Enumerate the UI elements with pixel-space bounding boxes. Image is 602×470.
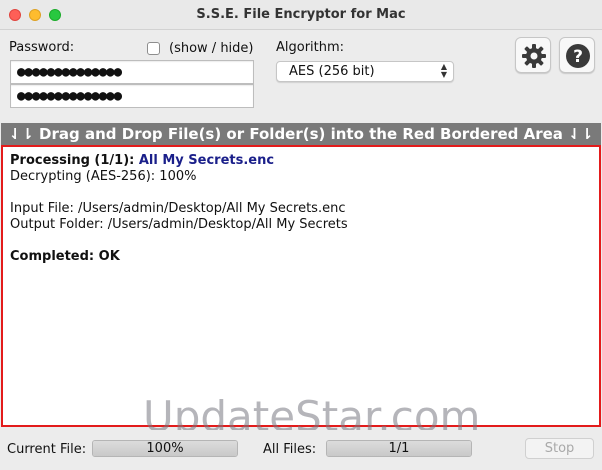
algorithm-selected-value: AES (256 bit) [289, 64, 375, 79]
confirm-password-field[interactable]: ●●●●●●●●●●●●●● [10, 84, 254, 108]
svg-text:?: ? [573, 47, 583, 67]
all-files-label: All Files: [263, 442, 317, 457]
show-password-checkbox[interactable] [147, 42, 160, 55]
question-icon: ? [566, 44, 590, 68]
all-files-progress-text: 1/1 [388, 441, 410, 456]
title-bar: S.S.E. File Encryptor for Mac [0, 0, 602, 30]
drag-drop-banner: ⇃⇂ Drag and Drop File(s) or Folder(s) in… [1, 123, 601, 145]
output-folder-line: Output Folder: /Users/admin/Desktop/All … [10, 217, 348, 232]
window-title: S.S.E. File Encryptor for Mac [196, 7, 406, 22]
current-file-label: Current File: [7, 442, 87, 457]
completed-line: Completed: OK [10, 249, 120, 264]
current-file-progress-bar: 100% [92, 440, 238, 457]
processing-file-name: All My Secrets.enc [138, 153, 275, 168]
input-file-line: Input File: /Users/admin/Desktop/All My … [10, 201, 346, 216]
processing-line: Processing (1/1): All My Secrets.enc [10, 153, 592, 169]
app-window: S.S.E. File Encryptor for Mac Password: … [0, 0, 602, 470]
all-files-progress-bar: 1/1 [326, 440, 472, 457]
password-field[interactable]: ●●●●●●●●●●●●●● [10, 60, 254, 84]
password-label: Password: [9, 40, 75, 55]
processing-label: Processing (1/1): [10, 153, 139, 168]
show-hide-label[interactable]: (show / hide) [169, 41, 254, 56]
help-button[interactable]: ? [559, 37, 595, 73]
settings-button[interactable] [515, 37, 551, 73]
stop-button[interactable]: Stop [525, 438, 594, 459]
algorithm-select[interactable]: AES (256 bit) ▲ ▼ [276, 61, 454, 82]
decrypting-line: Decrypting (AES-256): 100% [10, 169, 197, 184]
updown-chevron-icon: ▲ ▼ [440, 62, 447, 79]
drop-area[interactable]: Processing (1/1): All My Secrets.enc Dec… [1, 145, 601, 427]
algorithm-label: Algorithm: [276, 40, 345, 55]
current-file-progress-text: 100% [146, 441, 184, 456]
gear-icon [522, 44, 546, 68]
